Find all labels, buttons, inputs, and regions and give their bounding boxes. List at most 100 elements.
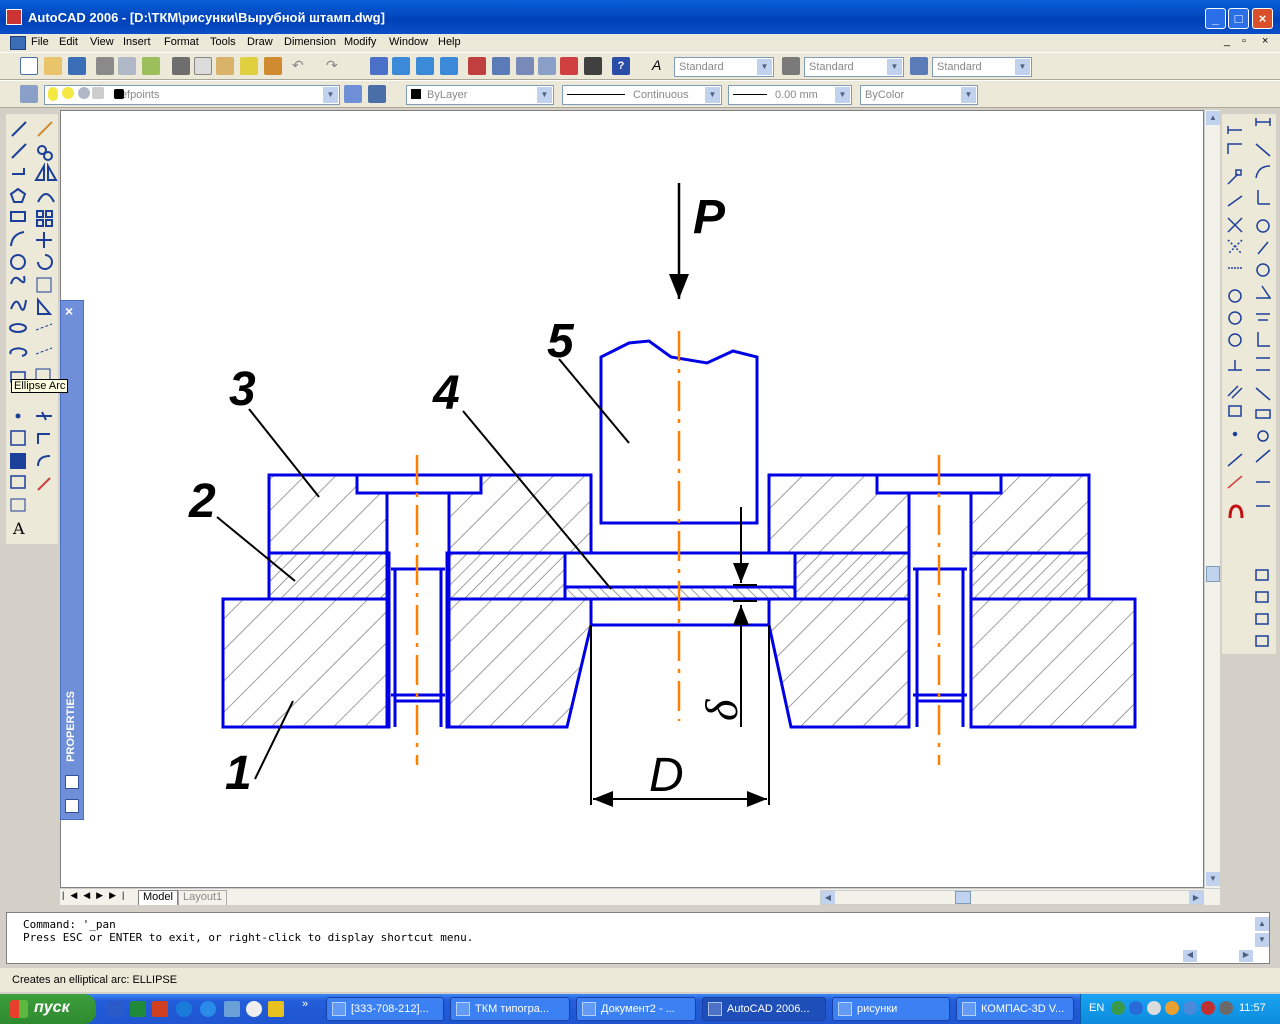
scroll-left-button[interactable]: ◀ (821, 891, 835, 904)
calculator-icon[interactable] (584, 57, 602, 75)
clock[interactable]: 11:57 (1239, 1002, 1266, 1014)
save-icon[interactable] (68, 57, 86, 75)
plotstyle-control-combo[interactable]: ByColor ▼ (860, 85, 978, 105)
word-quicklaunch-icon[interactable] (108, 1001, 124, 1017)
scroll-down-button[interactable]: ▼ (1206, 872, 1220, 886)
scroll-right-button[interactable]: ▶ (1189, 891, 1203, 904)
plot-preview-icon[interactable] (118, 57, 136, 75)
text-style-icon[interactable]: A (652, 57, 670, 75)
paste-icon[interactable] (216, 57, 234, 75)
make-layer-current-icon[interactable] (344, 85, 362, 103)
layer-on-icon[interactable] (48, 87, 58, 101)
close-button[interactable]: × (1252, 8, 1273, 29)
ie-quicklaunch-icon[interactable] (176, 1001, 192, 1017)
layer-thaw-icon[interactable] (62, 87, 74, 99)
menu-view[interactable]: View (90, 36, 114, 48)
powerpoint-quicklaunch-icon[interactable] (152, 1001, 168, 1017)
vertical-scroll-thumb[interactable] (1206, 566, 1220, 582)
menu-edit[interactable]: Edit (59, 36, 78, 48)
menu-modify[interactable]: Modify (344, 36, 376, 48)
undo-icon[interactable]: ↶ (292, 57, 310, 75)
firefox-quicklaunch-icon[interactable] (200, 1001, 216, 1017)
start-button[interactable]: пуск (0, 994, 96, 1024)
task-button-6[interactable]: КОМПАС-3D V... (956, 997, 1074, 1021)
properties-icon[interactable] (468, 57, 486, 75)
zoom-realtime-icon[interactable] (392, 57, 410, 75)
menu-insert[interactable]: Insert (123, 36, 151, 48)
command-scroll-right-button[interactable]: ▶ (1239, 950, 1253, 962)
maximize-button[interactable]: □ (1228, 8, 1249, 29)
tray-icon-6[interactable] (1201, 1001, 1215, 1015)
dim-style-icon[interactable] (782, 57, 800, 75)
sheet-set-icon[interactable] (538, 57, 556, 75)
layer-previous-icon[interactable] (368, 85, 386, 103)
language-indicator[interactable]: EN (1089, 1002, 1104, 1014)
tray-icon-4[interactable] (1165, 1001, 1179, 1015)
task-button-autocad[interactable]: AutoCAD 2006... (702, 997, 826, 1021)
close-icon[interactable]: × (65, 303, 73, 319)
tab-model[interactable]: Model (138, 890, 178, 905)
task-button-1[interactable]: [333-708-212]... (326, 997, 444, 1021)
block-editor-icon[interactable] (264, 57, 282, 75)
tab-navigation-arrows[interactable]: |◀◀▶▶| (62, 890, 130, 901)
task-button-2[interactable]: ТКМ типогра... (450, 997, 570, 1021)
linetype-control-combo[interactable]: Continuous ▼ (562, 85, 722, 105)
tool-palettes-icon[interactable] (516, 57, 534, 75)
menu-file[interactable]: File (31, 36, 49, 48)
menu-draw[interactable]: Draw (247, 36, 273, 48)
task-button-5[interactable]: рисунки (832, 997, 950, 1021)
document-icon[interactable] (10, 36, 26, 50)
media-quicklaunch-icon[interactable] (246, 1001, 262, 1017)
command-scroll-up-button[interactable]: ▲ (1255, 917, 1269, 931)
auto-hide-icon[interactable] (65, 775, 79, 789)
tray-icon-1[interactable] (1111, 1001, 1125, 1015)
menu-format[interactable]: Format (164, 36, 199, 48)
doc-restore-button[interactable]: ▫ (1242, 35, 1246, 47)
markup-icon[interactable] (560, 57, 578, 75)
app-quicklaunch-icon[interactable] (224, 1001, 240, 1017)
excel-quicklaunch-icon[interactable] (130, 1001, 146, 1017)
pan-realtime-icon[interactable] (370, 57, 388, 75)
zoom-previous-icon[interactable] (440, 57, 458, 75)
plot-icon[interactable] (96, 57, 114, 75)
table-style-combo[interactable]: Standard ▼ (932, 57, 1032, 77)
layer-viewport-icon[interactable] (78, 87, 90, 99)
layer-manager-icon[interactable] (20, 85, 38, 103)
help-icon[interactable]: ? (612, 57, 630, 75)
command-line[interactable]: Command: '_pan Press ESC or ENTER to exi… (6, 912, 1270, 964)
text-style-combo[interactable]: Standard ▼ (674, 57, 774, 77)
quicklaunch-more-icon[interactable]: » (302, 998, 308, 1010)
menu-help[interactable]: Help (438, 36, 461, 48)
horizontal-scroll-thumb[interactable] (955, 891, 971, 904)
menu-dimension[interactable]: Dimension (284, 36, 336, 48)
dim-style-combo[interactable]: Standard ▼ (804, 57, 904, 77)
autocad-quicklaunch-icon[interactable] (268, 1001, 284, 1017)
horizontal-scrollbar[interactable]: ◀ ▶ (820, 890, 1204, 905)
new-icon[interactable] (20, 57, 38, 75)
match-properties-icon[interactable] (240, 57, 258, 75)
design-center-icon[interactable] (492, 57, 510, 75)
command-scroll-down-button[interactable]: ▼ (1255, 933, 1269, 947)
scroll-up-button[interactable]: ▲ (1206, 111, 1220, 125)
menu-tools[interactable]: Tools (210, 36, 236, 48)
layer-lock-icon[interactable] (92, 87, 104, 99)
properties-palette[interactable]: × PROPERTIES (60, 300, 84, 820)
lineweight-control-combo[interactable]: 0.00 mm ▼ (728, 85, 852, 105)
command-scroll-left-button[interactable]: ◀ (1183, 950, 1197, 962)
menu-window[interactable]: Window (389, 36, 428, 48)
tray-icon-5[interactable] (1183, 1001, 1197, 1015)
color-control-combo[interactable]: ByLayer ▼ (406, 85, 554, 105)
tab-layout1[interactable]: Layout1 (178, 890, 228, 905)
copy-icon[interactable] (194, 57, 212, 75)
redo-icon[interactable]: ↷ (326, 57, 344, 75)
minimize-button[interactable]: _ (1205, 8, 1226, 29)
task-button-3[interactable]: Документ2 - ... (576, 997, 696, 1021)
drawing-canvas[interactable]: P 5 4 3 2 1 δ D (60, 110, 1204, 888)
doc-minimize-button[interactable]: _ (1224, 35, 1230, 47)
autocad-app-icon[interactable] (6, 9, 22, 25)
cut-icon[interactable] (172, 57, 190, 75)
tray-icon-3[interactable] (1147, 1001, 1161, 1015)
table-style-icon[interactable] (910, 57, 928, 75)
palette-properties-icon[interactable] (65, 799, 79, 813)
tray-icon-2[interactable] (1129, 1001, 1143, 1015)
